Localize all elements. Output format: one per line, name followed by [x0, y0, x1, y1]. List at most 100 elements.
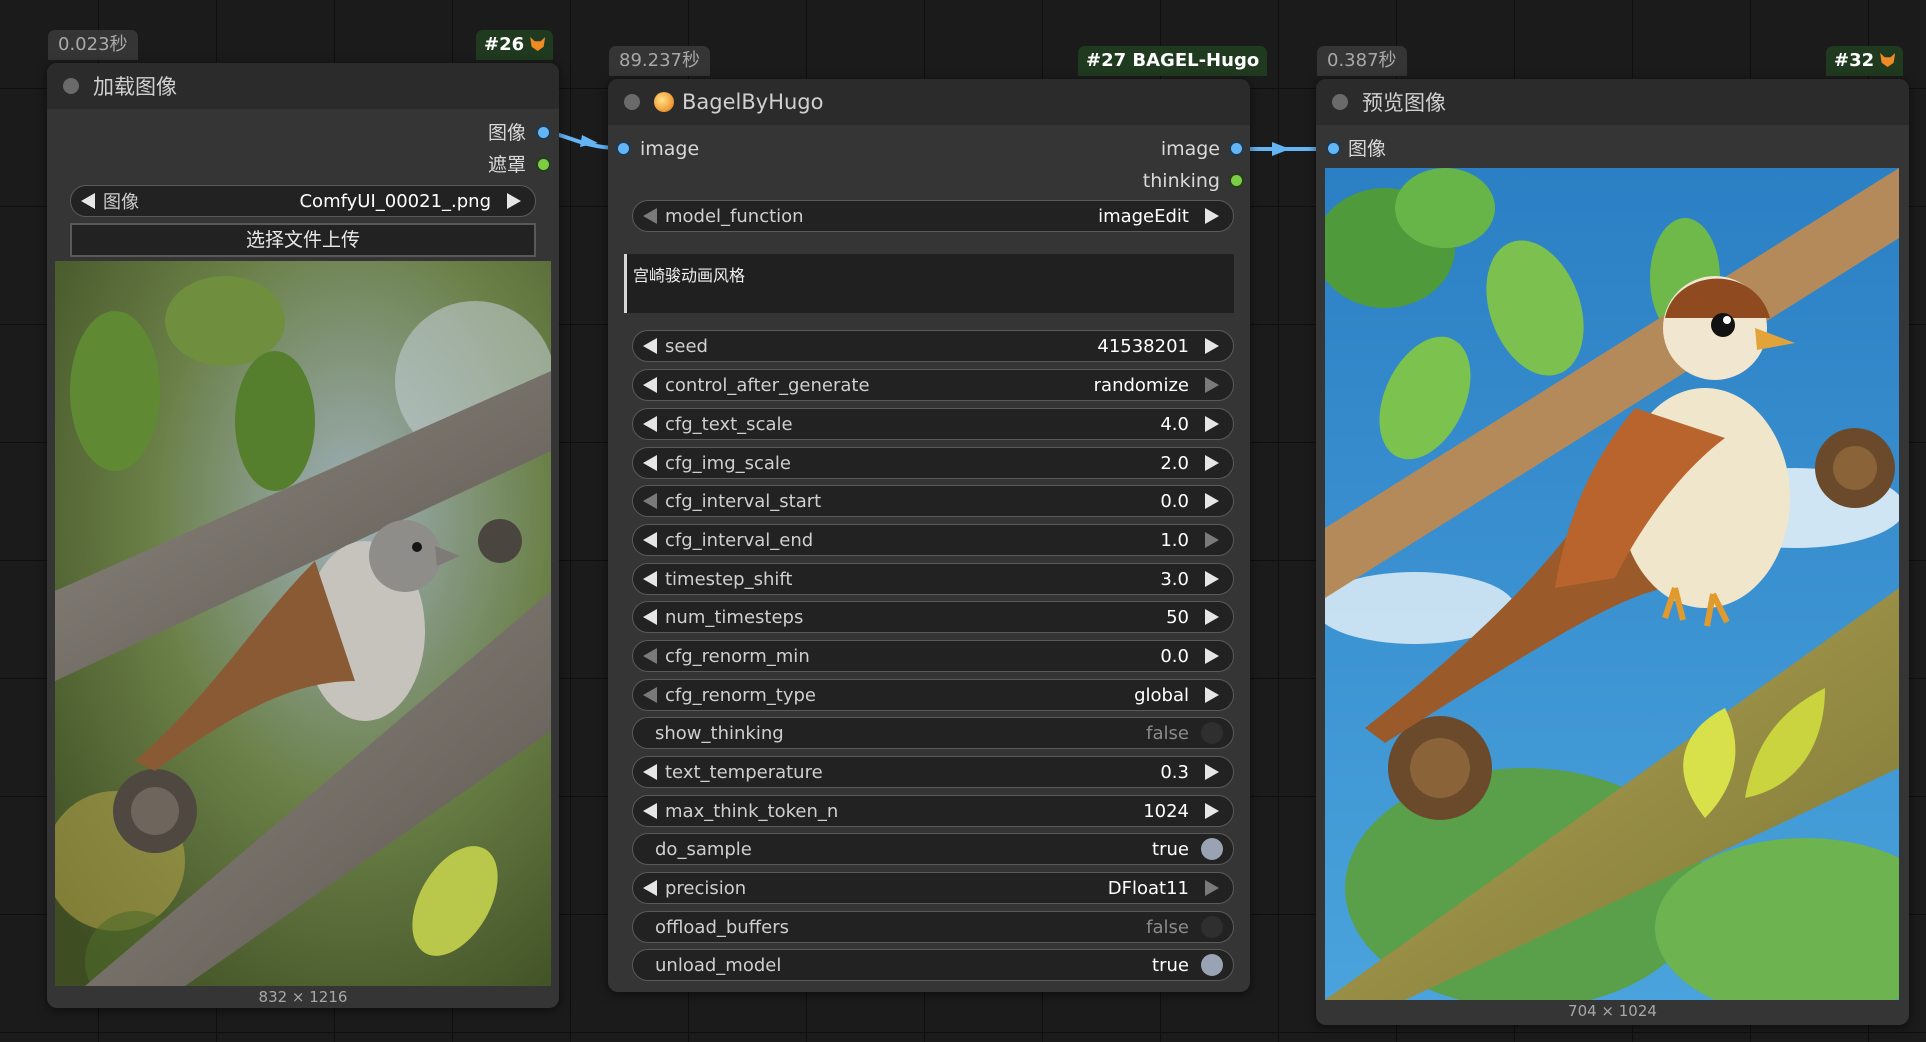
arrow-left-icon[interactable] — [643, 416, 657, 432]
link-arrow-26-27 — [580, 135, 598, 147]
toggle-on-icon[interactable] — [1201, 838, 1223, 860]
arrow-right-icon[interactable] — [1205, 803, 1219, 819]
widget-label: cfg_renorm_type — [665, 684, 816, 706]
arrow-left-icon[interactable] — [643, 880, 657, 896]
arrow-right-icon[interactable] — [1205, 377, 1219, 393]
widget-precision[interactable]: precision DFloat11 — [632, 872, 1234, 904]
arrow-left-icon[interactable] — [643, 377, 657, 393]
node-load-image[interactable]: 加载图像 图像 遮罩 图像 ComfyUI_00021_.png 选择文件上传 — [47, 63, 559, 1008]
widget-label: cfg_text_scale — [665, 413, 793, 435]
widget-value: true — [1152, 838, 1189, 860]
arrow-right-icon[interactable] — [1205, 687, 1219, 703]
input-slot-image-dot[interactable] — [1328, 143, 1339, 154]
toggle-unload-model[interactable]: unload_model true — [632, 949, 1234, 981]
anime-sparrow-image — [1325, 168, 1899, 1000]
bagel-emoji-icon — [654, 92, 674, 112]
collapse-dot-icon[interactable] — [63, 78, 79, 94]
widget-num-timesteps[interactable]: num_timesteps 50 — [632, 601, 1234, 633]
arrow-left-icon[interactable] — [643, 571, 657, 587]
widget-value: randomize — [1093, 374, 1189, 396]
node-header[interactable]: 加载图像 — [47, 63, 559, 109]
widget-cfg-text-scale[interactable]: cfg_text_scale 4.0 — [632, 408, 1234, 440]
arrow-right-icon[interactable] — [1205, 338, 1219, 354]
toggle-do-sample[interactable]: do_sample true — [632, 833, 1234, 865]
arrow-left-icon[interactable] — [81, 193, 95, 209]
widget-cfg-renorm-type[interactable]: cfg_renorm_type global — [632, 679, 1234, 711]
model-function-combo[interactable]: model_function imageEdit — [632, 200, 1234, 232]
widget-cfg-interval-end[interactable]: cfg_interval_end 1.0 — [632, 524, 1234, 556]
arrow-right-icon[interactable] — [1205, 764, 1219, 780]
output-slot-thinking-dot[interactable] — [1231, 175, 1242, 186]
node-header[interactable]: 预览图像 — [1316, 79, 1909, 125]
arrow-right-icon[interactable] — [1205, 455, 1219, 471]
image-dimensions: 832 × 1216 — [258, 988, 348, 1006]
arrow-right-icon[interactable] — [1205, 880, 1219, 896]
arrow-left-icon[interactable] — [643, 455, 657, 471]
widget-cfg-renorm-min[interactable]: cfg_renorm_min 0.0 — [632, 640, 1234, 672]
widget-value: true — [1152, 954, 1189, 976]
output-slot-image-dot[interactable] — [1231, 143, 1242, 154]
arrow-right-icon[interactable] — [1205, 416, 1219, 432]
toggle-show-thinking[interactable]: show_thinking false — [632, 717, 1234, 749]
toggle-off-icon[interactable] — [1201, 916, 1223, 938]
upload-file-button[interactable]: 选择文件上传 — [70, 223, 536, 257]
arrow-left-icon[interactable] — [643, 609, 657, 625]
sparrow-photo-image — [55, 261, 551, 986]
toggle-on-icon[interactable] — [1201, 954, 1223, 976]
widget-cfg-interval-start[interactable]: cfg_interval_start 0.0 — [632, 485, 1234, 517]
arrow-left-icon[interactable] — [643, 648, 657, 664]
arrow-left-icon[interactable] — [643, 338, 657, 354]
collapse-dot-icon[interactable] — [624, 94, 640, 110]
arrow-right-icon[interactable] — [1205, 532, 1219, 548]
image-file-combo[interactable]: 图像 ComfyUI_00021_.png — [70, 185, 536, 217]
widget-label: offload_buffers — [655, 916, 789, 938]
arrow-right-icon[interactable] — [1205, 208, 1219, 224]
widget-label: model_function — [665, 205, 804, 227]
widget-label: cfg_interval_end — [665, 529, 814, 551]
input-slot-image-dot[interactable] — [618, 143, 629, 154]
widget-max-think-token-n[interactable]: max_think_token_n 1024 — [632, 795, 1234, 827]
arrow-left-icon[interactable] — [643, 803, 657, 819]
arrow-right-icon[interactable] — [1205, 571, 1219, 587]
node-id-badge: #26 — [476, 30, 554, 60]
arrow-left-icon[interactable] — [643, 493, 657, 509]
widget-label: show_thinking — [655, 722, 784, 744]
widget-label: seed — [665, 335, 708, 357]
arrow-left-icon[interactable] — [643, 764, 657, 780]
widget-value: global — [1134, 684, 1189, 706]
widget-cfg-img-scale[interactable]: cfg_img_scale 2.0 — [632, 447, 1234, 479]
widget-label: cfg_interval_start — [665, 490, 822, 512]
widget-value: 1024 — [1143, 800, 1189, 822]
arrow-right-icon[interactable] — [1205, 609, 1219, 625]
widget-control-after-generate[interactable]: control_after_generate randomize — [632, 369, 1234, 401]
widget-label: text_temperature — [665, 761, 823, 783]
widget-seed[interactable]: seed 41538201 — [632, 330, 1234, 362]
node-header[interactable]: BagelByHugo — [608, 79, 1250, 125]
output-slot-image-dot[interactable] — [538, 127, 549, 138]
widget-timestep-shift[interactable]: timestep_shift 3.0 — [632, 563, 1234, 595]
toggle-off-icon[interactable] — [1201, 722, 1223, 744]
collapse-dot-icon[interactable] — [1332, 94, 1348, 110]
widget-value: ComfyUI_00021_.png — [299, 190, 491, 212]
arrow-right-icon[interactable] — [507, 193, 521, 209]
widget-text-temperature[interactable]: text_temperature 0.3 — [632, 756, 1234, 788]
arrow-left-icon[interactable] — [643, 687, 657, 703]
widget-value: 50 — [1166, 606, 1189, 628]
fox-icon — [530, 37, 546, 51]
arrow-left-icon[interactable] — [643, 532, 657, 548]
toggle-offload-buffers[interactable]: offload_buffers false — [632, 911, 1234, 943]
prompt-textarea[interactable]: 宫崎骏动画风格 — [624, 254, 1234, 313]
node-title: 加载图像 — [93, 75, 177, 99]
widget-label: num_timesteps — [665, 606, 804, 628]
node-bagel-by-hugo[interactable]: BagelByHugo image image thinking model_f… — [608, 79, 1250, 992]
widget-value: false — [1146, 916, 1189, 938]
node-preview-image[interactable]: 预览图像 图像 704 × 1024 — [1316, 79, 1909, 1025]
widget-value: 0.0 — [1160, 645, 1189, 667]
arrow-right-icon[interactable] — [1205, 648, 1219, 664]
execution-time-badge: 89.237秒 — [609, 46, 710, 76]
arrow-right-icon[interactable] — [1205, 493, 1219, 509]
node-id-text: #32 — [1834, 50, 1875, 71]
output-slot-mask-dot[interactable] — [538, 159, 549, 170]
widget-label: control_after_generate — [665, 374, 870, 396]
arrow-left-icon[interactable] — [643, 208, 657, 224]
